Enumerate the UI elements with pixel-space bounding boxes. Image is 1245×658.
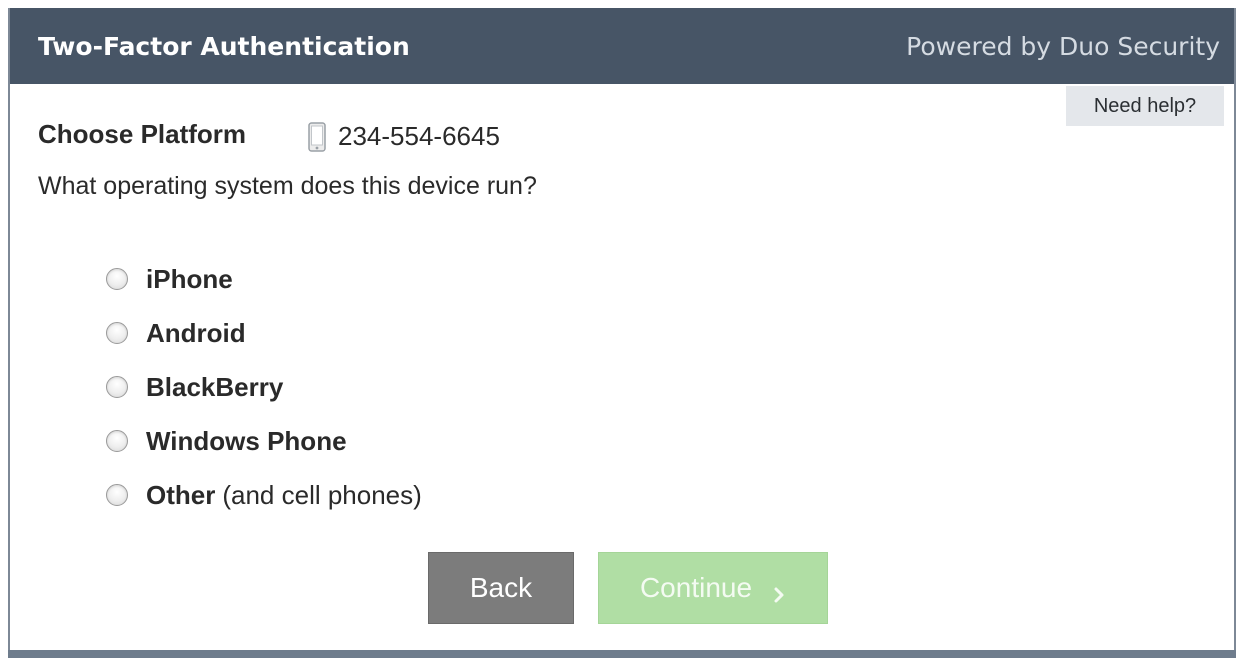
option-android[interactable]: Android <box>106 306 422 360</box>
choose-platform-heading: Choose Platform <box>38 119 247 149</box>
continue-label: Continue <box>639 572 753 603</box>
need-help-button[interactable]: Need help? <box>1066 86 1224 126</box>
phone-number: 234-554-6645 <box>338 121 500 151</box>
option-iphone[interactable]: iPhone <box>106 252 422 306</box>
powered-by-label: Powered by Duo Security <box>906 32 1220 61</box>
chevron-right-icon <box>772 579 786 603</box>
option-other[interactable]: Other (and cell phones) <box>106 468 422 522</box>
option-label: Other <box>146 479 216 510</box>
option-suffix: (and cell phones) <box>222 479 422 510</box>
option-label: Windows Phone <box>146 425 347 456</box>
option-label: BlackBerry <box>146 371 284 402</box>
option-blackberry[interactable]: BlackBerry <box>106 360 422 414</box>
back-button[interactable]: Back <box>428 552 574 624</box>
radio-other[interactable] <box>106 484 128 506</box>
option-label: Android <box>146 317 246 348</box>
radio-blackberry[interactable] <box>106 376 128 398</box>
platform-options: iPhone Android BlackBerry Windows Phone … <box>106 252 422 522</box>
os-question: What operating system does this device r… <box>38 172 537 200</box>
phone-info: 234-554-6645 <box>308 121 500 152</box>
radio-iphone[interactable] <box>106 268 128 290</box>
back-label: Back <box>469 572 533 603</box>
mobile-phone-icon <box>308 121 326 152</box>
radio-android[interactable] <box>106 322 128 344</box>
continue-button[interactable]: Continue <box>598 552 828 624</box>
bottom-border <box>8 650 1236 658</box>
duo-auth-frame: Two-Factor Authentication Powered by Duo… <box>8 8 1236 650</box>
header-bar: Two-Factor Authentication Powered by Duo… <box>10 8 1234 84</box>
header-title: Two-Factor Authentication <box>38 32 410 61</box>
radio-windows-phone[interactable] <box>106 430 128 452</box>
option-label: iPhone <box>146 263 233 294</box>
option-windows-phone[interactable]: Windows Phone <box>106 414 422 468</box>
